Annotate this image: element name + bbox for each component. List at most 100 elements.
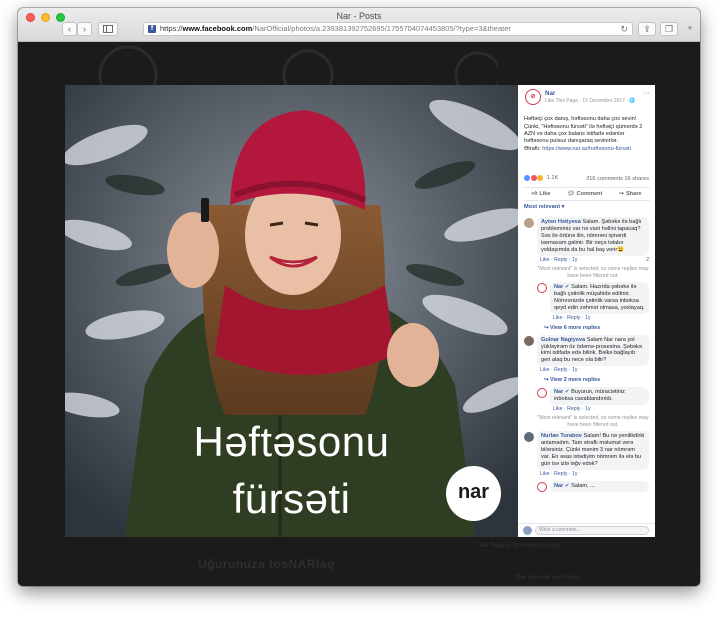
reaction-count[interactable]: 1.1K: [547, 175, 559, 181]
verified-icon: ✔: [564, 388, 570, 395]
filtered-notice: "Most relevant" is selected, so some rep…: [537, 415, 649, 428]
comment-action-links[interactable]: Like · Reply · 1y: [553, 406, 590, 412]
chevron-left-icon: ‹: [68, 24, 71, 34]
comment: Gulnar Nagiyeva Salam Nar nara yol yüklə…: [518, 334, 655, 374]
post-text-line: Ətraflı:: [524, 145, 541, 152]
comment-actions: Like · Reply · 1y: [553, 406, 649, 413]
comment-author[interactable]: Nar: [554, 284, 563, 290]
post-link[interactable]: https://www.nar.az/həftəsonu-fürsəti: [542, 146, 631, 152]
avatar: [523, 526, 532, 535]
avatar[interactable]: [524, 217, 534, 228]
comment-bubble: Nar ✔ Salam. Hazırda şəbəkə ilə bağlı çə…: [550, 282, 649, 315]
title-bar: Nar - Posts ‹ › f https://www.facebook.c…: [18, 8, 700, 42]
share-post-button[interactable]: ↪ Share: [619, 188, 641, 200]
background-text: Nar Page (city mixes to you): [479, 543, 560, 549]
comment-input[interactable]: Write a comment...: [535, 526, 649, 535]
write-comment-bar: Write a comment...: [518, 523, 655, 537]
avatar[interactable]: [537, 481, 547, 492]
comment-action-links[interactable]: Like · Reply · 1y: [540, 257, 577, 263]
page-name-link[interactable]: Nar: [545, 90, 555, 98]
browser-window: Nar - Posts ‹ › f https://www.facebook.c…: [18, 8, 700, 586]
background-text: The voice of our friend: [515, 575, 580, 581]
sidebar-icon: [103, 25, 113, 33]
nar-logo-badge: nar: [446, 466, 501, 521]
post-header: ⊘ Nar Like This Page · 15 December 2017 …: [518, 85, 655, 113]
share-button[interactable]: ⇪: [638, 22, 656, 36]
comment-author[interactable]: Nurlan Turabov: [541, 433, 582, 439]
facebook-favicon-icon: f: [148, 25, 156, 33]
url-host: www.facebook.com: [182, 24, 253, 33]
reload-icon[interactable]: ↻: [620, 23, 628, 35]
forward-button[interactable]: ›: [77, 22, 92, 36]
page-avatar[interactable]: ⊘: [525, 89, 541, 105]
post-meta: Like This Page · 15 December 2017 · 🌐: [545, 98, 636, 104]
comment-icon: 💬︎: [567, 190, 575, 197]
verified-icon: ✔: [564, 284, 570, 291]
comment: Nurlan Turabov Salam! Bu nə yenilikdirki…: [518, 431, 655, 477]
comment: Aytən Hətiyeva Salam. Şəbəkə ilə bağlı p…: [518, 216, 655, 264]
tabs-icon: ❐: [664, 24, 674, 34]
comment-bubble: Nar ✔ Salam, ...: [550, 480, 649, 492]
avatar[interactable]: [537, 387, 547, 398]
comment-author[interactable]: Aytən Hətiyeva: [541, 219, 581, 225]
url-scheme: https://: [160, 24, 183, 33]
comment-bubble: Nar ✔ Buyurun, müraciətiniz inboksa cava…: [550, 386, 649, 405]
comment-author[interactable]: Nar: [554, 389, 563, 395]
comment-button[interactable]: 💬︎ Comment: [567, 188, 602, 200]
comment-bubble: Gulnar Nagiyeva Salam Nar nara yol yüklə…: [537, 334, 649, 367]
tabs-button[interactable]: ❐: [660, 22, 678, 36]
haha-reaction-icon: [537, 175, 544, 182]
address-bar[interactable]: f https://www.facebook.com/NarOfficial/p…: [143, 22, 633, 36]
window-title: Nar - Posts: [336, 11, 382, 21]
sidebar-button[interactable]: [98, 22, 118, 36]
comment-action-links[interactable]: Like · Reply · 1y: [540, 367, 577, 373]
more-options-icon[interactable]: ···: [643, 90, 650, 99]
comment-actions: Like · Reply · 1y: [540, 471, 649, 478]
reply: Nar ✔ Salam. Hazırda şəbəkə ilə bağlı çə…: [518, 282, 655, 321]
page-content: Həftəsonu fürsəti nar ⊘ Nar Like This Pa…: [18, 43, 700, 586]
share-icon: ⇪: [643, 24, 651, 34]
photo-caption-line1: Həftəsonu: [193, 418, 390, 465]
avatar[interactable]: [524, 432, 534, 443]
woman-in-snow-image: [65, 85, 518, 537]
reply: Nar ✔ Salam, ...: [518, 480, 655, 492]
comment-like-count: 2: [646, 256, 649, 263]
share-arrow-icon: ↪: [619, 190, 624, 197]
reply: Nar ✔ Buyurun, müraciətiniz inboksa cava…: [518, 386, 655, 413]
comment-action-links[interactable]: Like · Reply · 1y: [553, 315, 590, 321]
new-tab-button[interactable]: +: [683, 22, 697, 36]
like-button[interactable]: 👍︎ Like: [531, 188, 550, 200]
post-sidebar: ⊘ Nar Like This Page · 15 December 2017 …: [518, 85, 655, 537]
comment-actions: Like · Reply · 1y: [553, 315, 649, 322]
chevron-right-icon: ›: [83, 24, 86, 34]
comment-actions: Like · Reply · 1y 2: [540, 257, 649, 264]
comment-action-links[interactable]: Like · Reply · 1y: [540, 471, 577, 477]
plus-icon: +: [687, 23, 693, 33]
background-slogan: Uğurunuza tosNARlaq: [198, 557, 335, 571]
comment-author[interactable]: Gulnar Nagiyeva: [541, 337, 585, 343]
post-text-line: Həftəiçi çox danış, həftəsonu daha çox s…: [524, 116, 637, 122]
comment-sort-dropdown[interactable]: Most relevant ▾: [518, 201, 655, 214]
reactions-bar: 1.1K 216 comments 16 shares: [518, 175, 655, 187]
comment-text: Salam, ...: [571, 482, 595, 489]
back-button[interactable]: ‹: [62, 22, 77, 36]
comment-actions: Like · Reply · 1y: [540, 367, 649, 374]
comment-bubble: Nurlan Turabov Salam! Bu nə yenilikdirki…: [537, 431, 649, 471]
like-reaction-icon: [524, 175, 530, 182]
view-more-replies-link[interactable]: ↪ View 2 more replies: [518, 377, 655, 384]
verified-icon: ✔: [564, 482, 570, 489]
comments-shares-count[interactable]: 216 comments 16 shares: [586, 176, 649, 183]
view-more-replies-link[interactable]: ↪ View 6 more replies: [518, 325, 655, 332]
filtered-notice: "Most relevant" is selected, so some rep…: [537, 266, 649, 279]
thumbs-up-icon: 👍︎: [531, 190, 538, 197]
background-decor: [98, 45, 498, 85]
avatar[interactable]: [537, 283, 547, 294]
post-photo[interactable]: Həftəsonu fürsəti nar: [65, 85, 518, 537]
post-actions: 👍︎ Like 💬︎ Comment ↪ Share: [523, 186, 650, 201]
avatar[interactable]: [524, 335, 534, 346]
comment-bubble: Aytən Hətiyeva Salam. Şəbəkə ilə bağlı p…: [537, 216, 649, 256]
post-text: Həftəiçi çox danış, həftəsonu daha çox s…: [518, 116, 655, 153]
url-path: /NarOfficial/photos/a.239381392752695/17…: [252, 24, 511, 33]
comment-author[interactable]: Nar: [554, 483, 563, 489]
love-reaction-icon: [530, 175, 537, 182]
